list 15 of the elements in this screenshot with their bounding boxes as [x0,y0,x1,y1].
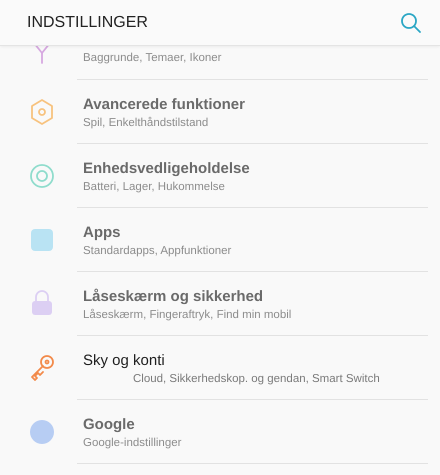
setting-description: Låseskærm, Fingeraftryk, Find min mobil [83,308,292,320]
setting-description: Spil, Enkelthåndstilstand [83,116,210,128]
setting-title[interactable]: Enhedsvedligeholdelse [83,160,250,176]
setting-title[interactable]: Sky og konti [83,352,380,368]
setting-description: Batteri, Lager, Hukommelse [83,180,226,192]
setting-description: Google-indstillinger [83,436,182,448]
setting-title[interactable]: Avancerede funktioner [83,96,245,112]
setting-description: Standardapps, Appfunktioner [83,244,232,256]
setting-title[interactable]: Apps [83,224,232,240]
setting-description: Baggrunde, Temaer, Ikoner [83,52,222,64]
screen-title: INDSTILLINGER [27,14,148,32]
search-icon[interactable] [400,12,422,34]
setting-title[interactable]: Google [83,416,182,432]
setting-description: Cloud, Sikkerhedskop. og gendan, Smart Switch [133,372,380,384]
setting-title[interactable]: Låseskærm og sikkerhed [83,288,292,304]
